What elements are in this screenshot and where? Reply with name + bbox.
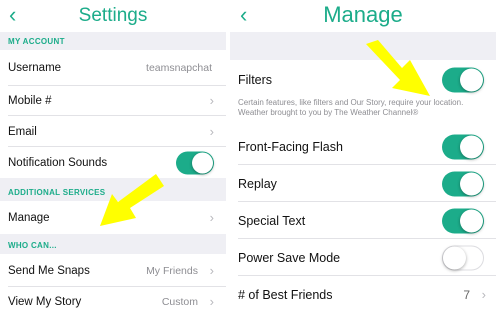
- chevron-right-icon: ›: [209, 294, 214, 310]
- toggle-knob: [460, 209, 483, 232]
- page-title: Manage: [323, 2, 403, 27]
- chevron-right-icon: ›: [209, 262, 214, 278]
- filters-location-note: Certain features, like filters and Our S…: [238, 98, 464, 117]
- chevron-right-icon: ›: [209, 209, 214, 225]
- section-header-who-can: WHO CAN...: [0, 234, 226, 254]
- best-friends-row[interactable]: # of Best Friends 7 ›: [230, 276, 496, 313]
- page-title: Settings: [78, 5, 148, 26]
- settings-nav-bar: ‹ Settings: [0, 0, 226, 32]
- view-my-story-label: View My Story: [8, 296, 82, 308]
- send-me-snaps-row[interactable]: Send Me Snaps My Friends ›: [0, 254, 226, 287]
- filters-label: Filters: [238, 73, 273, 87]
- special-text-row: Special Text: [230, 202, 496, 239]
- send-me-snaps-label: Send Me Snaps: [8, 264, 90, 277]
- notification-sounds-label: Notification Sounds: [8, 156, 108, 169]
- power-save-mode-toggle[interactable]: [442, 245, 484, 270]
- replay-row: Replay: [230, 165, 496, 202]
- special-text-label: Special Text: [238, 213, 306, 228]
- front-facing-flash-label: Front-Facing Flash: [238, 139, 343, 154]
- view-my-story-value: Custom: [161, 296, 198, 308]
- replay-toggle[interactable]: [442, 171, 484, 196]
- power-save-mode-row: Power Save Mode: [230, 239, 496, 276]
- section-header-additional-services: ADDITIONAL SERVICES: [0, 178, 226, 201]
- toggle-knob: [460, 68, 483, 92]
- front-facing-flash-row: Front-Facing Flash: [230, 128, 496, 165]
- best-friends-label: # of Best Friends: [238, 287, 333, 302]
- filters-row: Filters: [230, 60, 496, 100]
- chevron-right-icon: ›: [481, 286, 486, 302]
- filters-toggle[interactable]: [442, 67, 484, 93]
- toggle-knob: [192, 152, 213, 173]
- send-me-snaps-value: My Friends: [146, 264, 198, 277]
- power-save-mode-label: Power Save Mode: [238, 250, 341, 265]
- chevron-right-icon: ›: [209, 93, 214, 109]
- section-header-label: WHO CAN...: [8, 241, 57, 250]
- chevron-right-icon: ›: [209, 123, 214, 139]
- special-text-toggle[interactable]: [442, 208, 484, 233]
- notification-sounds-row: Notification Sounds: [0, 147, 226, 178]
- front-facing-flash-toggle[interactable]: [442, 134, 484, 159]
- toggle-knob: [460, 172, 483, 195]
- settings-screen: ‹ Settings MY ACCOUNT Username teamsnapc…: [0, 0, 226, 313]
- mobile-label: Mobile #: [8, 95, 52, 107]
- manage-label: Manage: [8, 211, 50, 224]
- manage-row[interactable]: Manage ›: [0, 201, 226, 234]
- toggle-knob: [443, 246, 466, 269]
- section-spacer: [230, 32, 496, 60]
- username-value: teamsnapchat: [146, 62, 212, 74]
- email-row[interactable]: Email ›: [0, 116, 226, 147]
- view-my-story-row[interactable]: View My Story Custom ›: [0, 287, 226, 313]
- section-header-label: MY ACCOUNT: [8, 37, 65, 46]
- mobile-row[interactable]: Mobile # ›: [0, 86, 226, 116]
- replay-label: Replay: [238, 176, 277, 191]
- username-label: Username: [8, 62, 62, 74]
- toggle-knob: [460, 135, 483, 158]
- manage-screen: ‹ Manage Filters Certain features, like …: [230, 0, 496, 313]
- best-friends-value: 7: [463, 287, 470, 302]
- section-header-label: ADDITIONAL SERVICES: [8, 188, 106, 197]
- username-row[interactable]: Username teamsnapchat: [0, 50, 226, 86]
- section-header-my-account: MY ACCOUNT: [0, 32, 226, 50]
- manage-nav-bar: ‹ Manage: [230, 0, 496, 32]
- notification-sounds-toggle[interactable]: [176, 151, 214, 174]
- email-label: Email: [8, 125, 37, 138]
